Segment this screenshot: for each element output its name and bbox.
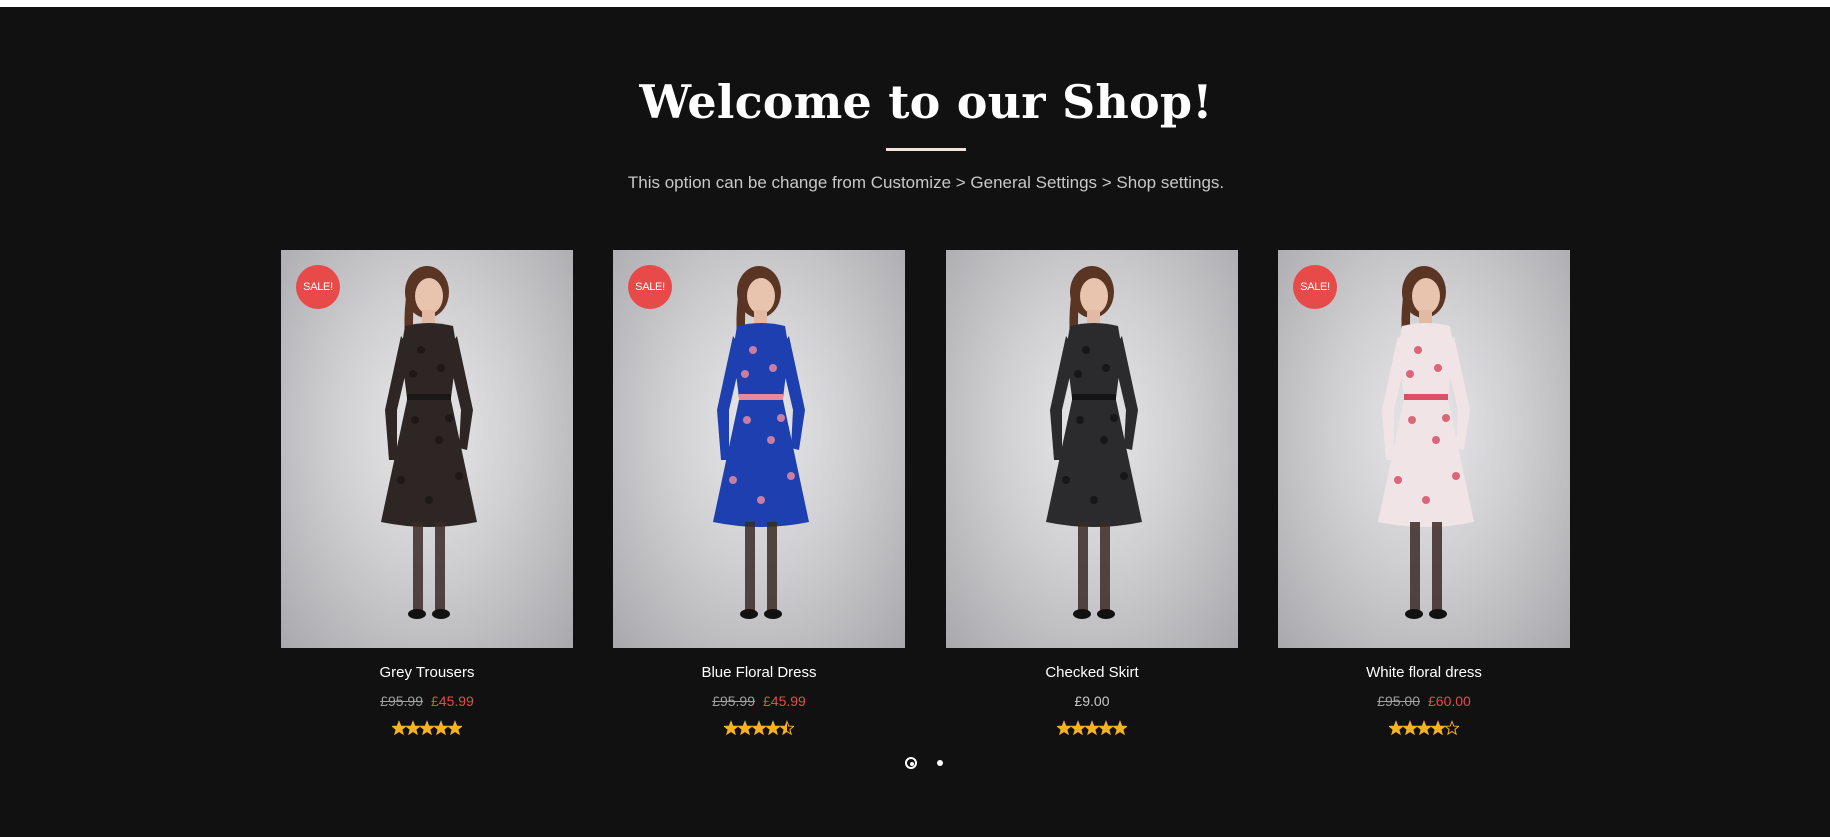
- product-price: £9.00: [946, 693, 1238, 711]
- product-image[interactable]: SALE!: [1278, 250, 1570, 648]
- star-icon: [1112, 720, 1127, 736]
- star-icon: [1070, 720, 1086, 736]
- carousel-pagination: [905, 757, 945, 773]
- star-icon: [765, 720, 781, 736]
- sale-badge: SALE!: [1293, 265, 1337, 309]
- model-figure: [381, 266, 477, 619]
- section-subtitle: This option can be change from Customize…: [627, 173, 1225, 192]
- star-icon: [1084, 720, 1100, 736]
- rating-stars: [1389, 720, 1459, 736]
- star-icon: [433, 720, 449, 736]
- star-icon: [751, 720, 767, 736]
- star-icon: [1057, 720, 1072, 736]
- product-title[interactable]: Grey Trousers: [281, 664, 573, 684]
- star-icon: [1416, 720, 1432, 736]
- product-title[interactable]: White floral dress: [1278, 664, 1570, 684]
- product-price: £95.99 £45.99: [613, 693, 905, 711]
- star-icon: [1402, 720, 1418, 736]
- model-figure: [1046, 266, 1142, 619]
- product-image[interactable]: [946, 250, 1238, 648]
- rating-stars: [724, 720, 794, 736]
- rating-stars: [1057, 720, 1127, 736]
- product-card[interactable]: SALE! Grey Trousers £95.99 £45.99: [281, 250, 573, 736]
- top-border: [0, 0, 1830, 7]
- star-icon: [1389, 720, 1404, 736]
- price-sale: £45.99: [763, 693, 806, 709]
- price-old: £95.99: [712, 693, 755, 709]
- product-image[interactable]: SALE!: [613, 250, 905, 648]
- price-sale: £60.00: [1428, 693, 1471, 709]
- product-price: £95.00 £60.00: [1278, 693, 1570, 711]
- star-icon: [392, 720, 407, 736]
- carousel-dot-active[interactable]: [905, 757, 917, 769]
- sale-badge: SALE!: [296, 265, 340, 309]
- title-underline: [886, 148, 966, 151]
- star-icon: [737, 720, 753, 736]
- star-icon: [724, 720, 739, 736]
- star-rating: [946, 720, 1238, 736]
- star-icon: [405, 720, 421, 736]
- price-sale: £45.99: [431, 693, 474, 709]
- product-title[interactable]: Blue Floral Dress: [613, 664, 905, 684]
- star-icon: [779, 720, 794, 736]
- price-old: £95.00: [1377, 693, 1420, 709]
- product-card[interactable]: SALE! White floral dress £95.00 £60.00: [1278, 250, 1570, 736]
- sale-badge: SALE!: [628, 265, 672, 309]
- star-icon: [419, 720, 435, 736]
- section-title: Welcome to our Shop!: [639, 75, 1213, 129]
- star-icon: [447, 720, 462, 736]
- rating-stars: [392, 720, 462, 736]
- star-rating: [1278, 720, 1570, 736]
- star-rating: [613, 720, 905, 736]
- star-icon: [1098, 720, 1114, 736]
- price-old: £95.99: [380, 693, 423, 709]
- model-figure: [713, 266, 809, 619]
- product-card[interactable]: Checked Skirt £9.00: [946, 250, 1238, 736]
- star-icon: [1444, 720, 1459, 736]
- star-icon: [1430, 720, 1446, 736]
- model-figure: [1378, 266, 1474, 619]
- price-regular: £9.00: [1074, 693, 1110, 709]
- product-title[interactable]: Checked Skirt: [946, 664, 1238, 684]
- product-image[interactable]: SALE!: [281, 250, 573, 648]
- star-rating: [281, 720, 573, 736]
- product-price: £95.99 £45.99: [281, 693, 573, 711]
- carousel-dot[interactable]: [937, 760, 943, 766]
- product-card[interactable]: SALE! Blue Floral Dress £95.99 £45.99: [613, 250, 905, 736]
